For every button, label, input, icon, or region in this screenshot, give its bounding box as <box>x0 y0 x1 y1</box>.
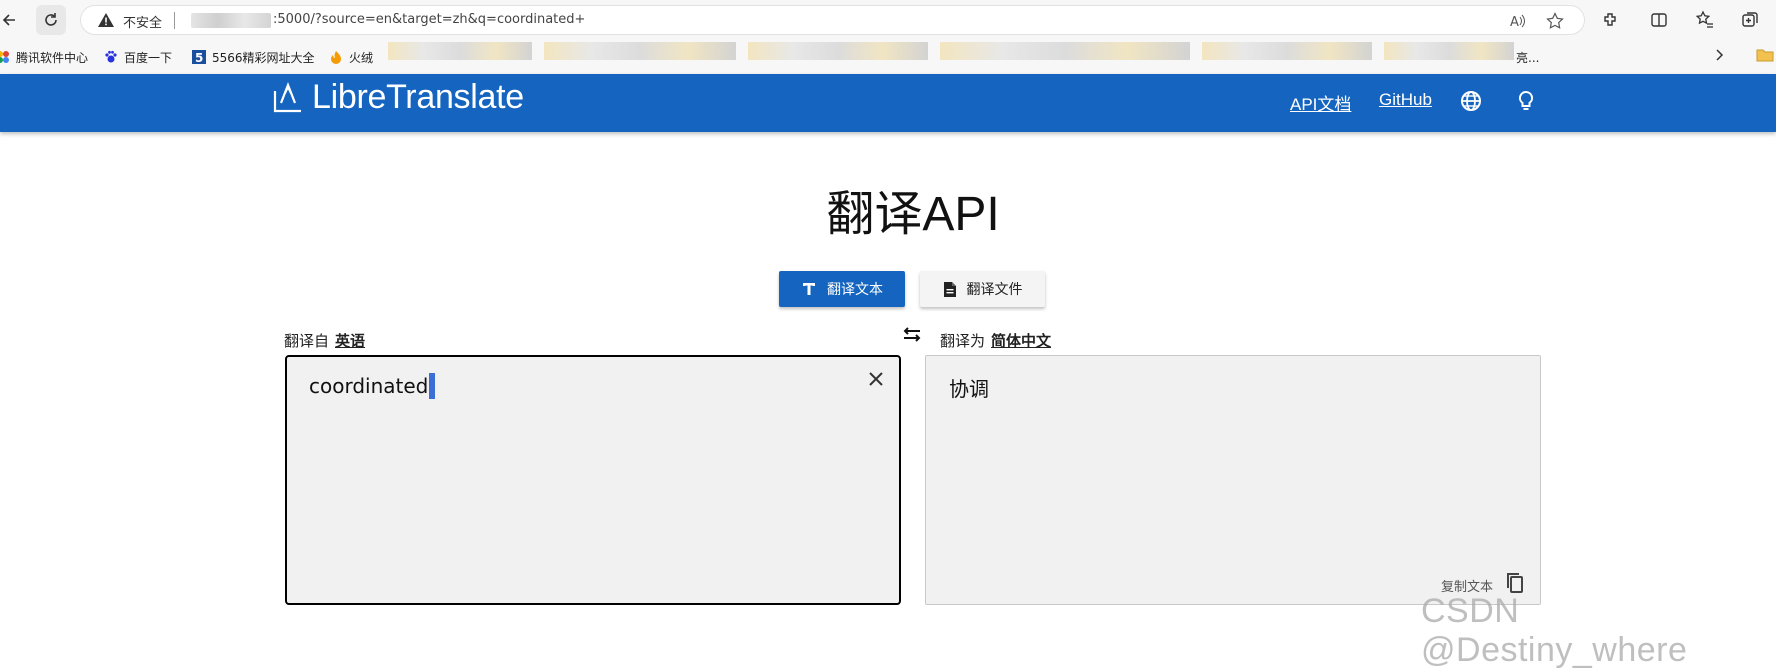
paw-icon <box>105 50 117 63</box>
warning-icon <box>98 13 114 27</box>
globe-icon[interactable] <box>1459 89 1483 113</box>
close-icon[interactable] <box>866 369 886 389</box>
text-caret <box>429 373 436 399</box>
bookmark-item[interactable]: 5 5566精彩网址大全 <box>192 48 315 66</box>
source-text-value: coordinated <box>309 374 429 398</box>
svg-text:A: A <box>1510 15 1519 30</box>
blurred-bookmarks <box>1384 42 1514 60</box>
libretranslate-logo-icon[interactable] <box>272 79 304 113</box>
translate-file-tab[interactable]: 翻译文件 <box>920 271 1045 307</box>
target-language-label: 翻译为 简体中文 <box>940 330 1051 351</box>
tab-label: 翻译文本 <box>827 282 883 298</box>
file-icon <box>943 281 956 297</box>
flame-icon <box>331 51 341 64</box>
url-text[interactable]: :5000/?source=en&target=zh&q=coordinated… <box>273 12 585 27</box>
brand-title[interactable]: LibreTranslate <box>312 78 524 117</box>
translate-text-tab[interactable]: 翻译文本 <box>779 271 905 307</box>
folder-icon[interactable] <box>1756 48 1774 62</box>
swap-languages-icon[interactable] <box>900 326 924 344</box>
arrow-left-icon <box>2 14 15 26</box>
blurred-bookmarks <box>544 42 736 60</box>
source-text[interactable]: coordinated <box>309 373 436 399</box>
page-title: 翻译API <box>826 188 1000 241</box>
bookmark-item[interactable]: 腾讯软件中心 <box>0 48 88 66</box>
blurred-host <box>191 13 271 28</box>
target-language-select[interactable]: 简体中文 <box>991 332 1051 350</box>
badge-5-icon: 5 <box>192 50 206 64</box>
source-language-label: 翻译自 英语 <box>284 330 365 351</box>
read-aloud-icon[interactable]: A <box>1509 12 1527 30</box>
blurred-bookmarks <box>940 42 1190 60</box>
source-language-select[interactable]: 英语 <box>335 332 365 350</box>
reload-button[interactable] <box>36 5 66 35</box>
text-icon <box>803 283 815 295</box>
lightbulb-icon[interactable] <box>1514 89 1538 113</box>
target-text[interactable]: 协调 <box>949 373 989 402</box>
target-prefix: 翻译为 <box>940 332 986 350</box>
reload-icon <box>45 13 57 26</box>
blurred-bookmarks <box>1202 42 1372 60</box>
extensions-icon[interactable] <box>1601 10 1621 30</box>
bookmark-item[interactable]: 百度一下 <box>104 48 172 66</box>
bookmark-label: 腾讯软件中心 <box>16 50 89 65</box>
bookmark-label: 火绒 <box>349 50 374 65</box>
split-screen-icon[interactable] <box>1649 10 1669 30</box>
app-header <box>0 74 1776 132</box>
favorites-icon[interactable] <box>1695 10 1715 30</box>
api-docs-link[interactable]: API文档 <box>1290 90 1351 115</box>
tab-label: 翻译文件 <box>966 282 1023 298</box>
bookmark-item[interactable]: 火绒 <box>329 48 373 66</box>
browser-toolbar: 不安全 :5000/?source=en&target=zh&q=coordin… <box>0 0 1776 40</box>
flower-icon <box>0 51 9 63</box>
address-bar[interactable]: 不安全 :5000/?source=en&target=zh&q=coordin… <box>80 5 1585 35</box>
collections-icon[interactable] <box>1740 10 1760 30</box>
watermark: CSDN @Destiny_where <box>1421 592 1688 669</box>
blurred-bookmarks <box>388 42 532 60</box>
favorite-star-icon[interactable] <box>1546 12 1564 30</box>
back-button[interactable] <box>0 5 24 35</box>
target-textarea[interactable] <box>925 355 1541 605</box>
bookmark-overflow-label[interactable]: 亮... <box>1516 48 1539 66</box>
github-link[interactable]: GitHub <box>1379 90 1432 110</box>
copy-icon[interactable] <box>1505 572 1525 594</box>
omnibox-divider <box>174 12 175 29</box>
svg-text:5: 5 <box>195 51 203 64</box>
not-secure-label[interactable]: 不安全 <box>123 12 162 31</box>
bookmark-label: 5566精彩网址大全 <box>212 50 315 65</box>
chevron-right-icon[interactable] <box>1712 48 1726 62</box>
source-prefix: 翻译自 <box>284 332 330 350</box>
bookmark-label: 百度一下 <box>124 50 173 65</box>
blurred-bookmarks <box>748 42 928 60</box>
